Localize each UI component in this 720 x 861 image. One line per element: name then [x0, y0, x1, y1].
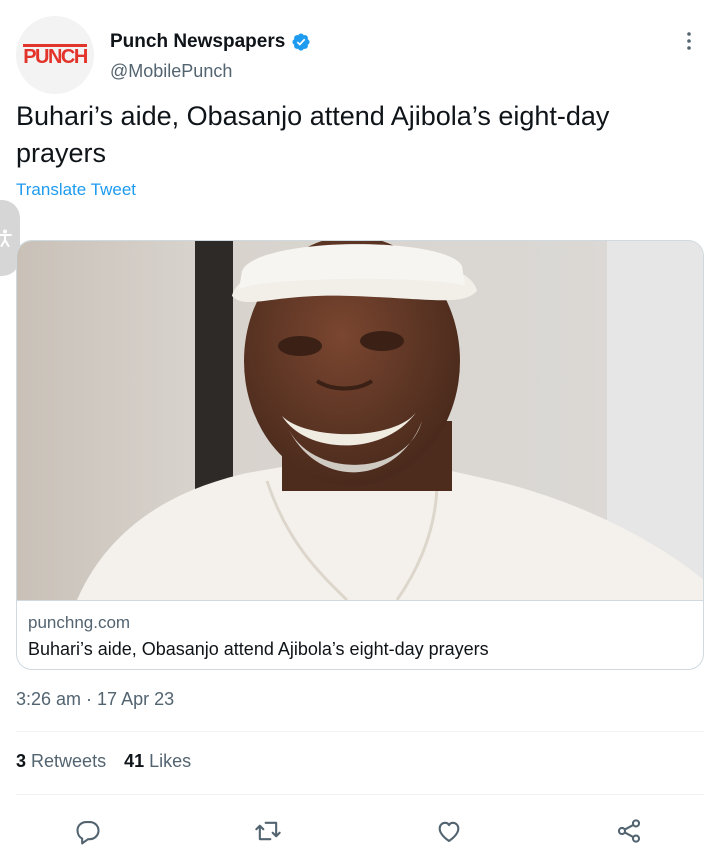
author-display-name[interactable]: Punch Newspapers: [110, 31, 285, 53]
like-button[interactable]: [434, 816, 464, 846]
reply-button[interactable]: [73, 816, 103, 846]
card-domain: punchng.com: [28, 613, 131, 632]
avatar[interactable]: PUNCH: [16, 16, 94, 94]
tweet-timestamp[interactable]: 3:26 am · 17 Apr 23: [16, 689, 174, 710]
link-preview-card[interactable]: punchng.com Buhari’s aide, Obasanjo atte…: [16, 240, 704, 670]
like-icon: [438, 821, 460, 842]
retweet-button[interactable]: [253, 816, 283, 846]
accessibility-icon: [0, 229, 12, 247]
author-handle[interactable]: @MobilePunch: [110, 61, 232, 82]
tweet-text: Buhari’s aide, Obasanjo attend Ajibola’s…: [16, 101, 610, 168]
likes-count: 41: [124, 751, 145, 771]
tweet-stats: 3 Retweets 41 Likes: [16, 751, 191, 772]
card-image[interactable]: [17, 241, 704, 600]
share-icon: [617, 819, 641, 843]
punch-logo: PUNCH: [23, 42, 88, 69]
likes-label: Likes: [149, 751, 192, 771]
retweet-icon: [255, 821, 281, 841]
divider: [16, 731, 704, 732]
author-name-row[interactable]: Punch Newspapers: [110, 31, 311, 53]
tweet-actions: [0, 806, 720, 854]
divider: [16, 794, 704, 795]
translate-tweet-link[interactable]: Translate Tweet: [16, 180, 136, 200]
retweets-stat[interactable]: 3 Retweets: [16, 751, 106, 772]
retweets-count: 3: [16, 751, 27, 771]
card-meta[interactable]: punchng.com Buhari’s aide, Obasanjo atte…: [17, 600, 703, 669]
more-options-icon[interactable]: [678, 30, 700, 52]
retweets-label: Retweets: [31, 751, 107, 771]
reply-icon: [76, 820, 100, 845]
card-title: Buhari’s aide, Obasanjo attend Ajibola’s…: [28, 639, 489, 659]
verified-badge-icon: [292, 33, 310, 51]
share-button[interactable]: [614, 816, 644, 846]
likes-stat[interactable]: 41 Likes: [124, 751, 191, 772]
